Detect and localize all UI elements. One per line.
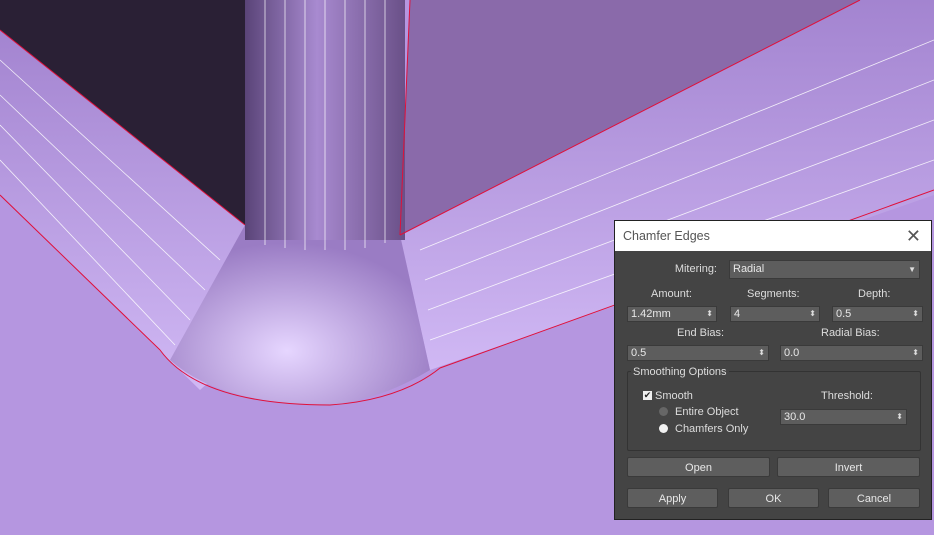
smooth-label: Smooth: [655, 390, 693, 402]
entire-object-radio[interactable]: [659, 407, 668, 416]
chamfers-only-label: Chamfers Only: [675, 423, 749, 435]
depth-value: 0.5: [836, 308, 852, 320]
mitering-dropdown[interactable]: Radial ▼: [729, 260, 920, 279]
amount-label: Amount:: [651, 288, 692, 300]
spinner-arrows-icon[interactable]: ⬍: [912, 307, 919, 321]
depth-label: Depth:: [858, 288, 891, 300]
spinner-arrows-icon[interactable]: ⬍: [706, 307, 713, 321]
smoothing-options-label: Smoothing Options: [631, 366, 729, 378]
amount-value: 1.42mm: [631, 308, 671, 320]
chamfer-edges-dialog: Chamfer Edges ✕ Mitering: Radial ▼ Amount:…: [614, 220, 932, 520]
mitering-value: Radial: [733, 263, 765, 275]
spinner-arrows-icon[interactable]: ⬍: [912, 346, 919, 360]
close-icon[interactable]: ✕: [906, 221, 921, 251]
open-button[interactable]: Open: [627, 457, 770, 477]
end-bias-spinner[interactable]: 0.5 ⬍: [627, 345, 769, 361]
entire-object-label: Entire Object: [675, 406, 739, 418]
end-bias-label: End Bias:: [677, 327, 725, 339]
chamfers-only-radio[interactable]: [659, 424, 668, 433]
spinner-arrows-icon[interactable]: ⬍: [896, 410, 903, 424]
ok-button[interactable]: OK: [728, 488, 819, 508]
invert-button[interactable]: Invert: [777, 457, 920, 477]
end-bias-value: 0.5: [631, 347, 647, 359]
depth-spinner[interactable]: 0.5 ⬍: [832, 306, 923, 322]
radial-bias-label: Radial Bias:: [821, 327, 880, 339]
threshold-value: 30.0: [784, 411, 806, 423]
spinner-arrows-icon[interactable]: ⬍: [809, 307, 816, 321]
dialog-title-bar[interactable]: Chamfer Edges ✕: [615, 221, 931, 251]
segments-label: Segments:: [747, 288, 800, 300]
segments-value: 4: [734, 308, 741, 320]
amount-spinner[interactable]: 1.42mm ⬍: [627, 306, 717, 322]
smooth-checkbox[interactable]: ✔: [643, 391, 652, 400]
dialog-title: Chamfer Edges: [623, 229, 710, 243]
mitering-label: Mitering:: [674, 263, 717, 275]
spinner-arrows-icon[interactable]: ⬍: [758, 346, 765, 360]
segments-spinner[interactable]: 4 ⬍: [730, 306, 820, 322]
threshold-spinner[interactable]: 30.0 ⬍: [780, 409, 907, 425]
radial-bias-spinner[interactable]: 0.0 ⬍: [780, 345, 923, 361]
radial-bias-value: 0.0: [784, 347, 800, 359]
threshold-label: Threshold:: [821, 390, 873, 402]
cancel-button[interactable]: Cancel: [828, 488, 920, 508]
chevron-down-icon: ▼: [908, 265, 916, 274]
apply-button[interactable]: Apply: [627, 488, 718, 508]
